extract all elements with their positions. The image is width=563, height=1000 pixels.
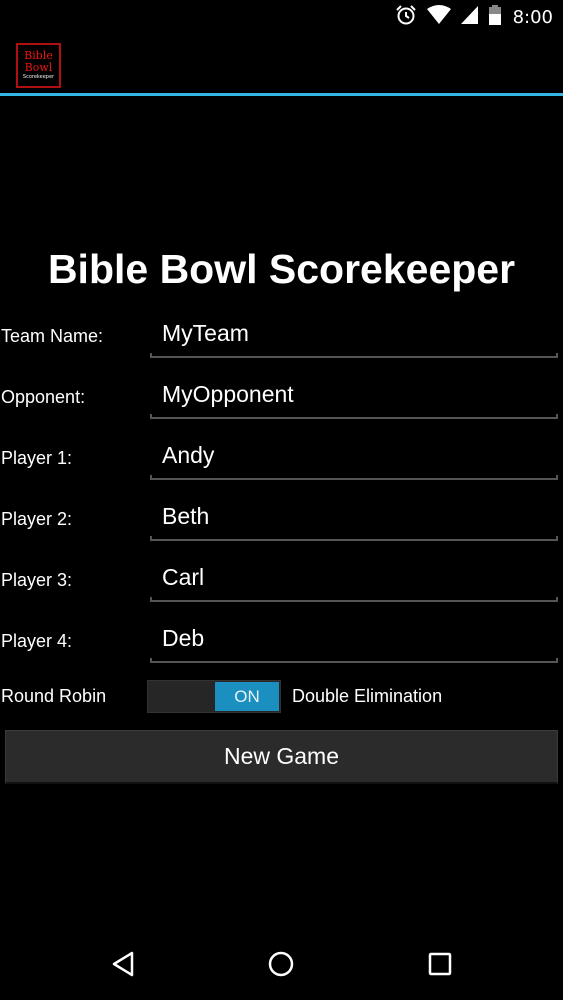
player-4-underline <box>150 658 558 663</box>
opponent-underline <box>150 414 558 419</box>
opponent-label: Opponent: <box>1 387 86 407</box>
player-1-input[interactable] <box>150 434 558 476</box>
navigation-bar <box>0 930 563 1000</box>
player-3-row: Player 3: <box>0 556 563 606</box>
team-name-input[interactable] <box>150 312 558 354</box>
player-4-row: Player 4: <box>0 617 563 667</box>
back-icon <box>111 951 135 981</box>
page-title: Bible Bowl Scorekeeper <box>47 246 516 292</box>
player-2-underline <box>150 536 558 541</box>
opponent-field <box>150 373 558 419</box>
app-logo[interactable]: Bible Bowl Scorekeeper <box>16 43 61 88</box>
team-name-field <box>150 312 558 358</box>
team-name-label: Team Name: <box>1 326 104 346</box>
player-1-label: Player 1: <box>1 448 73 468</box>
back-button[interactable] <box>103 950 143 982</box>
logo-text-bowl: Bowl <box>24 61 53 74</box>
new-game-button[interactable]: New Game <box>5 730 558 784</box>
opponent-row: Opponent: <box>0 373 563 423</box>
player-4-field <box>150 617 558 663</box>
signal-icon <box>460 5 479 29</box>
status-time: 8:00 <box>512 6 553 28</box>
tournament-mode-row: Round Robin ON Double Elimination <box>0 678 563 714</box>
status-bar: 8:00 <box>0 0 563 34</box>
player-3-label: Player 3: <box>1 570 73 590</box>
home-button[interactable] <box>261 950 301 982</box>
player-2-label: Player 2: <box>1 509 73 529</box>
player-3-field <box>150 556 558 602</box>
player-4-input[interactable] <box>150 617 558 659</box>
double-elimination-label: Double Elimination <box>292 686 443 706</box>
team-name-underline <box>150 353 558 358</box>
action-bar: Bible Bowl Scorekeeper <box>0 34 563 96</box>
tournament-mode-switch[interactable]: ON <box>147 680 281 713</box>
player-2-row: Player 2: <box>0 495 563 545</box>
action-bar-divider <box>0 93 563 96</box>
player-3-underline <box>150 597 558 602</box>
battery-icon <box>488 5 501 29</box>
player-1-underline <box>150 475 558 480</box>
player-1-field <box>150 434 558 480</box>
opponent-input[interactable] <box>150 373 558 415</box>
player-2-field <box>150 495 558 541</box>
player-2-input[interactable] <box>150 495 558 537</box>
logo-text-scorekeeper: Scorekeeper <box>22 74 55 80</box>
wifi-icon <box>426 5 451 29</box>
switch-thumb[interactable]: ON <box>215 682 279 711</box>
player-3-input[interactable] <box>150 556 558 598</box>
team-name-row: Team Name: <box>0 312 563 362</box>
player-4-label: Player 4: <box>1 631 73 651</box>
recents-icon <box>428 952 452 980</box>
round-robin-label: Round Robin <box>1 686 107 706</box>
home-icon <box>267 950 295 982</box>
alarm-icon <box>395 4 417 30</box>
recents-button[interactable] <box>420 950 460 982</box>
player-1-row: Player 1: <box>0 434 563 484</box>
